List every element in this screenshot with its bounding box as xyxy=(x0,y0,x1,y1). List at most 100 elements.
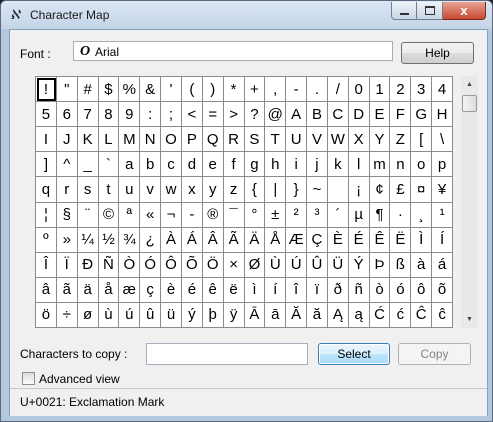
character-cell[interactable]: ¢ xyxy=(369,177,391,203)
character-cell[interactable]: & xyxy=(140,77,162,103)
character-cell[interactable]: ½ xyxy=(98,227,120,253)
character-cell[interactable]: ð xyxy=(327,277,349,303)
character-cell[interactable]: · xyxy=(390,202,412,228)
character-cell[interactable]: ô xyxy=(411,277,433,303)
character-cell[interactable]: Â xyxy=(202,227,224,253)
character-cell[interactable]: y xyxy=(202,177,224,203)
character-cell[interactable]: Ă xyxy=(286,302,308,328)
character-cell[interactable]: ã xyxy=(56,277,78,303)
character-cell[interactable]: 3 xyxy=(411,77,433,103)
character-cell[interactable]: Ú xyxy=(286,252,308,278)
character-cell[interactable]: ) xyxy=(202,77,224,103)
character-cell[interactable]: ; xyxy=(161,102,182,128)
character-cell[interactable]: < xyxy=(181,102,203,128)
character-cell[interactable]: ! xyxy=(36,77,57,103)
character-cell[interactable]: þ xyxy=(202,302,224,328)
character-cell[interactable]: B xyxy=(307,102,328,128)
character-cell[interactable]: Z xyxy=(390,127,412,153)
character-cell[interactable]: ĉ xyxy=(432,302,453,328)
character-cell[interactable]: ¨ xyxy=(77,202,99,228)
character-cell[interactable]: Ù xyxy=(265,252,287,278)
character-cell[interactable]: ā xyxy=(265,302,287,328)
character-cell[interactable]: K xyxy=(77,127,99,153)
character-cell[interactable]: _ xyxy=(77,152,99,178)
character-cell[interactable]: È xyxy=(327,227,349,253)
character-cell[interactable]: d xyxy=(181,152,203,178)
character-cell[interactable]: ì xyxy=(244,277,266,303)
character-cell[interactable]: ć xyxy=(390,302,412,328)
character-cell[interactable]: . xyxy=(307,77,328,103)
character-cell[interactable]: C xyxy=(327,102,349,128)
character-cell[interactable]: ® xyxy=(202,202,224,228)
character-cell[interactable]: ó xyxy=(390,277,412,303)
character-cell[interactable]: q xyxy=(36,177,57,203)
character-cell[interactable]: T xyxy=(265,127,287,153)
character-cell[interactable]: Í xyxy=(432,227,453,253)
character-cell[interactable]: S xyxy=(244,127,266,153)
character-cell[interactable]: Û xyxy=(307,252,328,278)
character-cell[interactable]: 0 xyxy=(348,77,370,103)
character-cell[interactable]: Ą xyxy=(327,302,349,328)
character-cell[interactable]: ³ xyxy=(307,202,328,228)
character-cell[interactable]: h xyxy=(265,152,287,178)
character-cell[interactable]: ą xyxy=(348,302,370,328)
close-button[interactable]: x xyxy=(443,2,486,20)
character-cell[interactable]: À xyxy=(161,227,182,253)
character-cell[interactable]: ¿ xyxy=(140,227,162,253)
character-cell[interactable]: { xyxy=(244,177,266,203)
character-cell[interactable]: à xyxy=(411,252,433,278)
character-cell[interactable] xyxy=(327,177,349,203)
character-cell[interactable]: - xyxy=(181,202,203,228)
character-cell[interactable]: V xyxy=(307,127,328,153)
character-cell[interactable]: j xyxy=(307,152,328,178)
character-cell[interactable]: n xyxy=(390,152,412,178)
character-cell[interactable]: ÷ xyxy=(56,302,78,328)
character-cell[interactable]: ý xyxy=(181,302,203,328)
character-cell[interactable]: ~ xyxy=(307,177,328,203)
character-cell[interactable]: * xyxy=(223,77,245,103)
character-cell[interactable]: î xyxy=(286,277,308,303)
scroll-down-icon[interactable]: ▼ xyxy=(461,311,478,328)
minimize-button[interactable] xyxy=(391,2,417,20)
character-cell[interactable]: í xyxy=(265,277,287,303)
character-cell[interactable]: Ã xyxy=(223,227,245,253)
maximize-button[interactable] xyxy=(417,2,443,20)
character-cell[interactable]: 4 xyxy=(432,77,453,103)
character-cell[interactable]: ´ xyxy=(327,202,349,228)
character-cell[interactable]: Ý xyxy=(348,252,370,278)
character-cell[interactable]: # xyxy=(77,77,99,103)
character-cell[interactable]: L xyxy=(98,127,120,153)
character-cell[interactable]: É xyxy=(348,227,370,253)
character-cell[interactable]: ^ xyxy=(56,152,78,178)
character-cell[interactable]: Ô xyxy=(161,252,182,278)
character-cell[interactable]: õ xyxy=(432,277,453,303)
character-cell[interactable]: ç xyxy=(140,277,162,303)
character-cell[interactable]: á xyxy=(432,252,453,278)
character-cell[interactable]: ò xyxy=(369,277,391,303)
character-cell[interactable]: â xyxy=(36,277,57,303)
character-cell[interactable]: U xyxy=(286,127,308,153)
character-cell[interactable]: « xyxy=(140,202,162,228)
character-cell[interactable]: × xyxy=(223,252,245,278)
character-cell[interactable]: 2 xyxy=(390,77,412,103)
character-cell[interactable]: Y xyxy=(369,127,391,153)
character-cell[interactable]: I xyxy=(36,127,57,153)
character-cell[interactable]: º xyxy=(36,227,57,253)
character-cell[interactable]: ¤ xyxy=(411,177,433,203)
character-cell[interactable]: > xyxy=(223,102,245,128)
character-cell[interactable]: ü xyxy=(161,302,182,328)
character-cell[interactable]: 7 xyxy=(77,102,99,128)
character-cell[interactable]: f xyxy=(223,152,245,178)
character-cell[interactable]: e xyxy=(202,152,224,178)
character-cell[interactable]: M xyxy=(119,127,141,153)
character-cell[interactable]: Õ xyxy=(181,252,203,278)
character-cell[interactable]: å xyxy=(98,277,120,303)
character-cell[interactable]: Þ xyxy=(369,252,391,278)
grid-scrollbar[interactable]: ▲ ▼ xyxy=(461,76,478,328)
character-cell[interactable]: Ø xyxy=(244,252,266,278)
character-cell[interactable]: | xyxy=(265,177,287,203)
character-cell[interactable]: Ñ xyxy=(98,252,120,278)
characters-to-copy-input[interactable] xyxy=(146,343,308,365)
character-cell[interactable]: G xyxy=(411,102,433,128)
character-cell[interactable]: Ç xyxy=(307,227,328,253)
